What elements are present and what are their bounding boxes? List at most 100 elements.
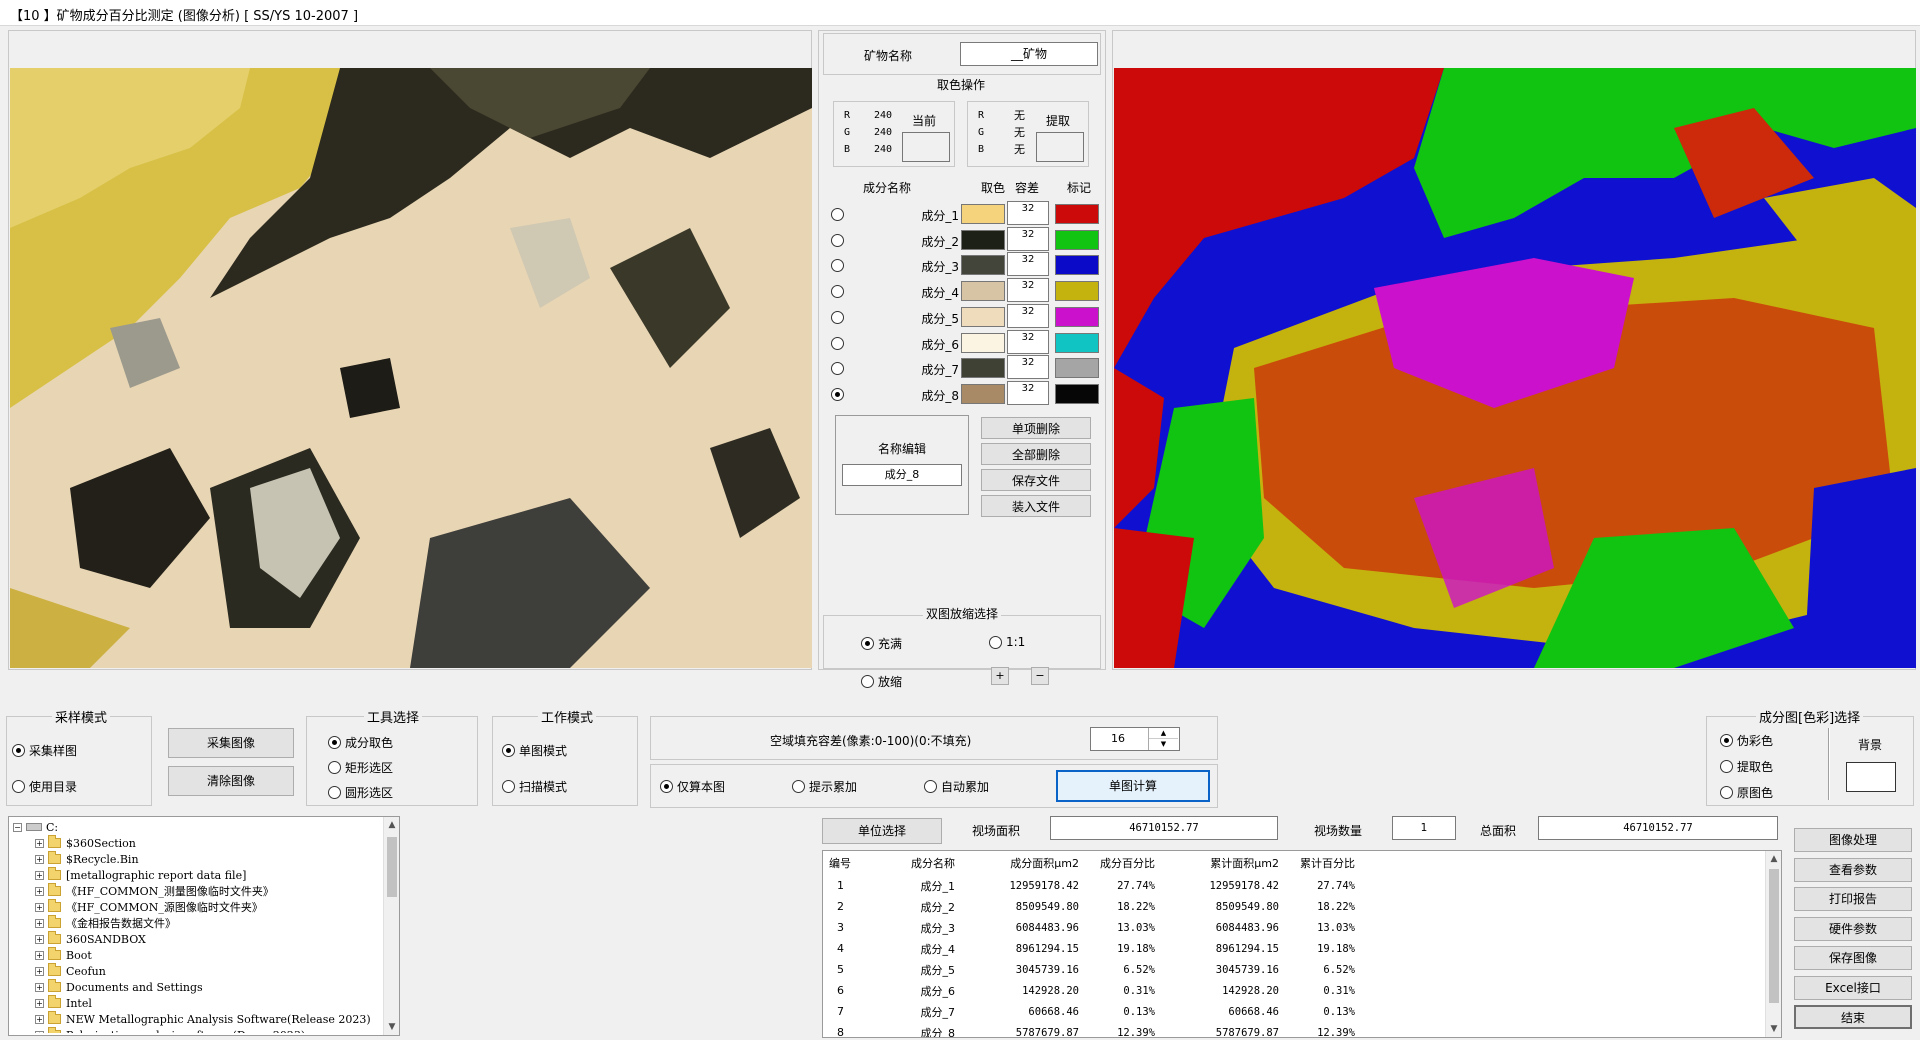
- component-select-radio[interactable]: [831, 310, 844, 324]
- tool-circle-radio[interactable]: 圆形选区: [328, 784, 393, 801]
- spin-up-icon[interactable]: ▲: [1149, 728, 1178, 739]
- spin-down-icon[interactable]: ▼: [1149, 739, 1178, 750]
- tree-folder-item[interactable]: + Boot: [35, 947, 92, 963]
- expand-icon[interactable]: +: [35, 934, 44, 944]
- results-column-header[interactable]: 累计百分比: [1285, 851, 1361, 875]
- tree-scrollbar[interactable]: ▲ ▼: [383, 817, 399, 1035]
- expand-icon[interactable]: +: [35, 950, 44, 960]
- component-select-radio[interactable]: [831, 208, 844, 221]
- zoom-out-button[interactable]: −: [1031, 667, 1049, 685]
- single-calc-button[interactable]: 单图计算: [1056, 770, 1210, 802]
- capture-image-button[interactable]: 采集图像: [168, 728, 294, 758]
- exit-button[interactable]: 结束: [1794, 1005, 1912, 1029]
- tree-folder-item[interactable]: +360SANDBOX: [35, 931, 146, 947]
- background-color-swatch[interactable]: [1846, 762, 1896, 792]
- component-pick-swatch[interactable]: [961, 281, 1005, 302]
- component-pick-swatch[interactable]: [961, 204, 1005, 224]
- fill-tolerance-spinner[interactable]: ▲ ▼: [1148, 728, 1178, 750]
- tree-scroll-up-icon[interactable]: ▲: [384, 817, 400, 833]
- component-tolerance-input[interactable]: 32: [1007, 201, 1049, 225]
- results-row[interactable]: 1 成分_1 12959178.42 27.74% 12959178.42 27.74%: [823, 875, 1361, 896]
- save-file-button[interactable]: 保存文件: [981, 469, 1091, 491]
- delete-all-button[interactable]: 全部删除: [981, 443, 1091, 465]
- component-pick-swatch[interactable]: [961, 383, 1005, 404]
- component-mark-swatch[interactable]: [1055, 281, 1099, 302]
- tree-folder-item[interactable]: + $360Section: [35, 835, 136, 851]
- results-scroll-up-icon[interactable]: ▲: [1766, 851, 1781, 867]
- auto-add-radio[interactable]: 自动累加: [924, 778, 989, 795]
- tree-folder-item[interactable]: + 《HF_COMMON_测量图像临时文件夹》: [35, 883, 274, 899]
- name-edit-input[interactable]: 成分_8: [842, 464, 962, 486]
- use-directory-radio[interactable]: 使用目录: [12, 778, 77, 795]
- tree-root[interactable]: − C:: [13, 819, 58, 835]
- component-pick-swatch[interactable]: [961, 229, 1005, 250]
- expand-icon[interactable]: +: [35, 886, 44, 896]
- unit-select-button[interactable]: 单位选择: [822, 818, 942, 844]
- component-row[interactable]: 成分_4 32: [819, 278, 1107, 304]
- zoom-one-to-one-radio[interactable]: 1:1: [989, 635, 1025, 649]
- only-this-radio[interactable]: 仅算本图: [660, 778, 725, 795]
- expand-icon[interactable]: +: [35, 902, 44, 912]
- component-row[interactable]: 成分_6 32: [819, 329, 1107, 356]
- component-row[interactable]: 成分_5 32: [819, 303, 1107, 330]
- component-mark-swatch[interactable]: [1055, 332, 1099, 353]
- mineral-name-input[interactable]: __矿物: [960, 42, 1098, 66]
- capture-sample-radio[interactable]: 采集样图: [12, 742, 77, 759]
- component-mark-swatch[interactable]: [1055, 383, 1099, 404]
- results-column-header[interactable]: 成分百分比: [1085, 851, 1161, 875]
- component-tolerance-input[interactable]: 32: [1007, 278, 1049, 303]
- tool-pick-color-radio[interactable]: 成分取色: [328, 734, 393, 751]
- component-mark-swatch[interactable]: [1055, 358, 1099, 379]
- directory-tree[interactable]: − C: + $360Section + $Recycle.Bin + [metallogra…: [8, 816, 400, 1036]
- extract-color-radio[interactable]: 提取色: [1720, 758, 1773, 775]
- component-row[interactable]: 成分_7 32: [819, 355, 1107, 381]
- tool-rect-radio[interactable]: 矩形选区: [328, 759, 393, 776]
- scan-mode-radio[interactable]: 扫描模式: [502, 778, 567, 795]
- component-tolerance-input[interactable]: 32: [1007, 226, 1049, 251]
- expand-icon[interactable]: +: [35, 1014, 44, 1024]
- pseudo-color-radio[interactable]: 伪彩色: [1720, 732, 1773, 749]
- source-micrograph[interactable]: [10, 68, 812, 668]
- results-column-header[interactable]: 累计面积μm2: [1161, 851, 1285, 875]
- tree-folder-item[interactable]: + [metallographic report data file]: [35, 867, 246, 883]
- tree-scroll-down-icon[interactable]: ▼: [384, 1019, 400, 1035]
- results-column-header[interactable]: 成分名称: [861, 851, 961, 875]
- results-scroll-thumb[interactable]: [1769, 869, 1779, 1003]
- results-row[interactable]: 8 成分_8 5787679.87 12.39% 5787679.87 12.39%: [823, 1022, 1361, 1037]
- zoom-in-button[interactable]: +: [991, 667, 1009, 685]
- results-scroll-down-icon[interactable]: ▼: [1766, 1021, 1781, 1037]
- expand-icon[interactable]: +: [35, 966, 44, 976]
- excel-interface-button[interactable]: Excel接口: [1794, 975, 1912, 1000]
- tree-folder-item[interactable]: + Intel: [35, 995, 92, 1011]
- component-row[interactable]: 成分_1 32: [819, 201, 1107, 227]
- expand-icon[interactable]: +: [35, 870, 44, 880]
- component-select-radio[interactable]: [831, 362, 844, 376]
- component-select-radio[interactable]: [831, 387, 844, 401]
- save-image-button[interactable]: 保存图像: [1794, 946, 1912, 970]
- results-scrollbar[interactable]: ▲ ▼: [1765, 851, 1781, 1037]
- tree-folder-item[interactable]: + 《HF_COMMON_源图像临时文件夹》: [35, 899, 263, 915]
- tree-folder-item[interactable]: + Ceofun: [35, 963, 106, 979]
- collapse-icon[interactable]: −: [13, 822, 22, 832]
- component-mark-swatch[interactable]: [1055, 306, 1099, 327]
- expand-icon[interactable]: +: [35, 982, 44, 992]
- component-pick-swatch[interactable]: [961, 332, 1005, 353]
- component-mark-swatch[interactable]: [1055, 229, 1099, 250]
- component-pick-swatch[interactable]: [961, 358, 1005, 379]
- component-select-radio[interactable]: [831, 285, 844, 299]
- component-tolerance-input[interactable]: 32: [1007, 303, 1049, 328]
- load-file-button[interactable]: 装入文件: [981, 495, 1091, 517]
- component-row[interactable]: 成分_3 32: [819, 252, 1107, 278]
- original-color-radio[interactable]: 原图色: [1720, 784, 1773, 801]
- prompt-add-radio[interactable]: 提示累加: [792, 778, 857, 795]
- component-mark-swatch[interactable]: [1055, 255, 1099, 276]
- print-report-button[interactable]: 打印报告: [1794, 887, 1912, 911]
- tree-folder-item[interactable]: + NEW Metallographic Analysis Software(Re…: [35, 1011, 371, 1027]
- image-process-button[interactable]: 图像处理: [1794, 828, 1912, 852]
- tree-folder-item[interactable]: + 《金相报告数据文件》: [35, 915, 176, 931]
- component-select-radio[interactable]: [831, 259, 844, 273]
- results-column-header[interactable]: 编号: [823, 851, 861, 875]
- results-column-header[interactable]: 成分面积μm2: [961, 851, 1085, 875]
- results-row[interactable]: 5 成分_5 3045739.16 6.52% 3045739.16 6.52%: [823, 959, 1361, 980]
- tree-folder-item[interactable]: + $Recycle.Bin: [35, 851, 139, 867]
